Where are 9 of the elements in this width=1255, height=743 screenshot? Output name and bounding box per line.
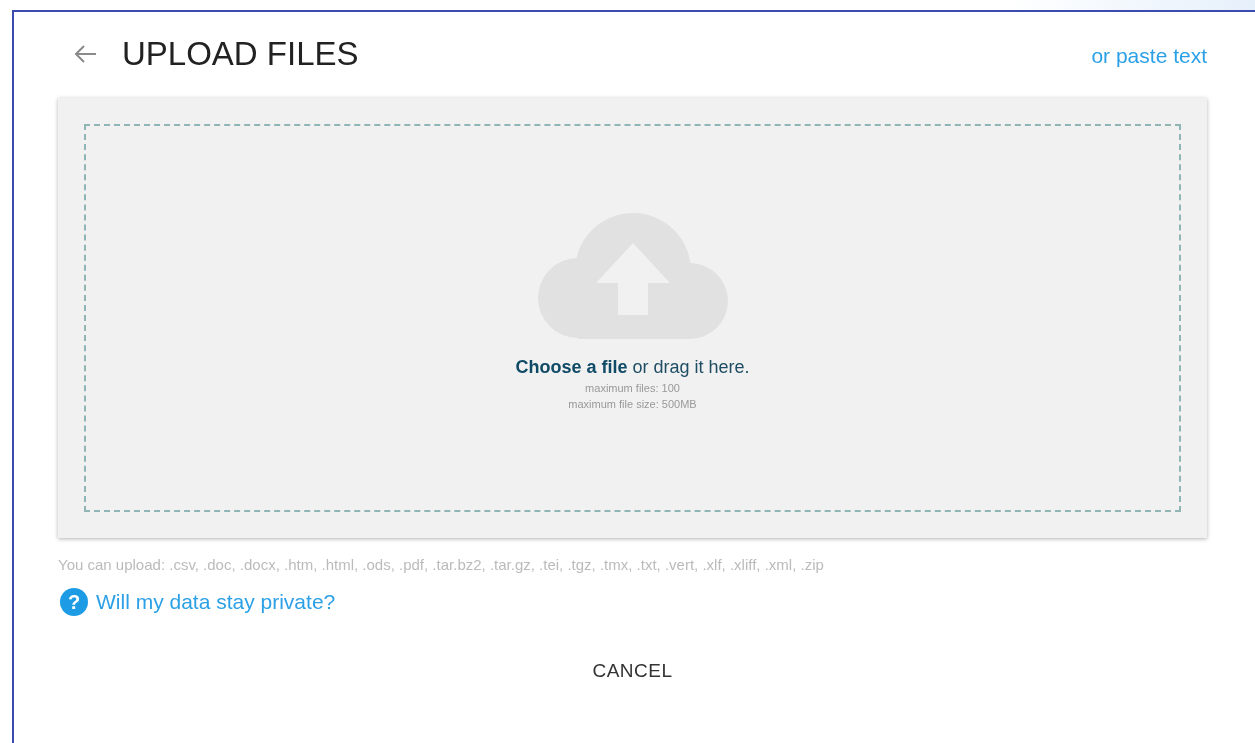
drop-zone[interactable]: Choose a file or drag it here. maximum files: 100 maximum file size: 500MB <box>84 124 1181 512</box>
max-files-note: maximum files: 100 <box>585 382 680 394</box>
formats-note: You can upload: .csv, .doc, .docx, .htm, .html, .ods, .pdf, .tar.bz2, .tar.gz, .tei, .tgz, .tmx, .txt, .vert, .xlf, .xliff, .xml, .zip <box>58 556 825 573</box>
cancel-button[interactable]: CANCEL <box>576 652 689 690</box>
help-icon: ? <box>60 588 88 616</box>
back-arrow-icon[interactable] <box>72 43 98 65</box>
max-size-note: maximum file size: 500MB <box>568 398 697 410</box>
dialog-title: UPLOAD FILES <box>122 35 359 73</box>
drop-prompt: Choose a file or drag it here. <box>515 357 750 378</box>
